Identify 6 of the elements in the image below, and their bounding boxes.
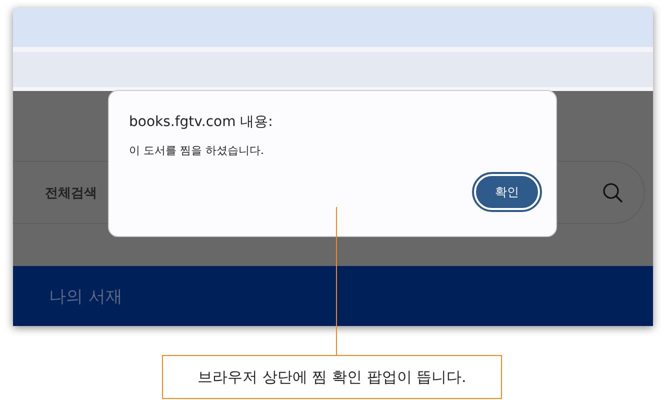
search-icon[interactable] [602, 182, 624, 204]
search-scope-label: 전체검색 [45, 184, 97, 202]
callout-box: 브라우저 상단에 찜 확인 팝업이 뜹니다. [162, 355, 502, 399]
dialog-title: books.fgtv.com 내용: [129, 113, 274, 131]
ok-button[interactable]: 확인 [474, 174, 540, 210]
dialog-message: 이 도서를 찜을 하셨습니다. [129, 143, 265, 158]
